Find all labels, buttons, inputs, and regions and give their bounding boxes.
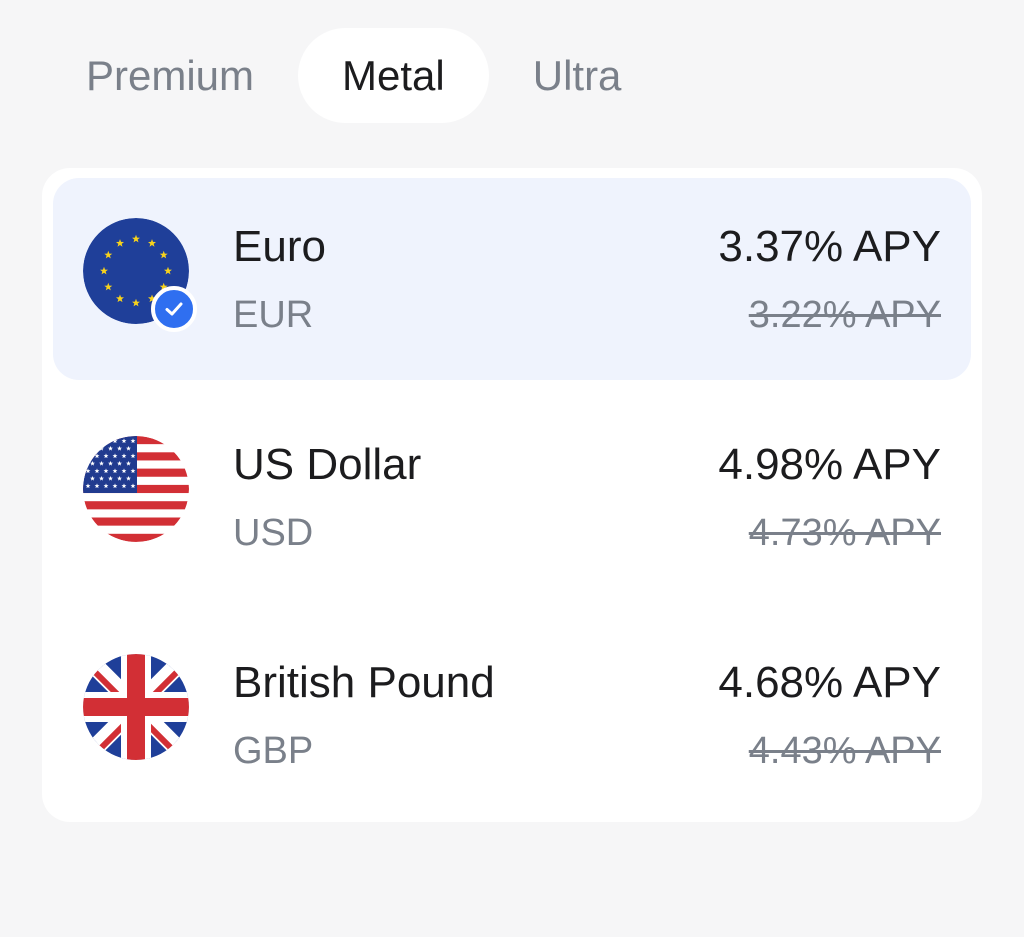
eu-flag-icon — [83, 218, 197, 332]
currency-old-rate: 3.22% APY — [748, 294, 941, 336]
currency-name: Euro — [233, 222, 326, 271]
selected-check-icon — [151, 286, 197, 332]
uk-flag-icon — [83, 654, 189, 760]
currency-row-gbp[interactable]: British Pound GBP 4.68% APY 4.43% APY — [53, 614, 971, 816]
tab-premium[interactable]: Premium — [40, 28, 298, 123]
currency-rate: 4.68% APY — [718, 658, 941, 707]
currency-row-eur[interactable]: Euro EUR 3.37% APY 3.22% APY — [53, 178, 971, 380]
tab-ultra[interactable]: Ultra — [489, 28, 666, 123]
currency-code: EUR — [233, 294, 314, 336]
currency-code: GBP — [233, 730, 314, 772]
currency-row-usd[interactable]: US Dollar USD 4.98% APY 4.73% APY — [53, 396, 971, 598]
currency-list: Euro EUR 3.37% APY 3.22% APY US Dollar U… — [42, 168, 982, 822]
currency-old-rate: 4.73% APY — [748, 512, 941, 554]
currency-name: British Pound — [233, 658, 495, 707]
currency-code: USD — [233, 512, 314, 554]
plan-tabs: Premium Metal Ultra — [40, 28, 665, 123]
currency-rate: 4.98% APY — [718, 440, 941, 489]
currency-name: US Dollar — [233, 440, 422, 489]
tab-metal[interactable]: Metal — [298, 28, 489, 123]
currency-old-rate: 4.43% APY — [748, 730, 941, 772]
us-flag-icon — [83, 436, 189, 542]
currency-rate: 3.37% APY — [718, 222, 941, 271]
